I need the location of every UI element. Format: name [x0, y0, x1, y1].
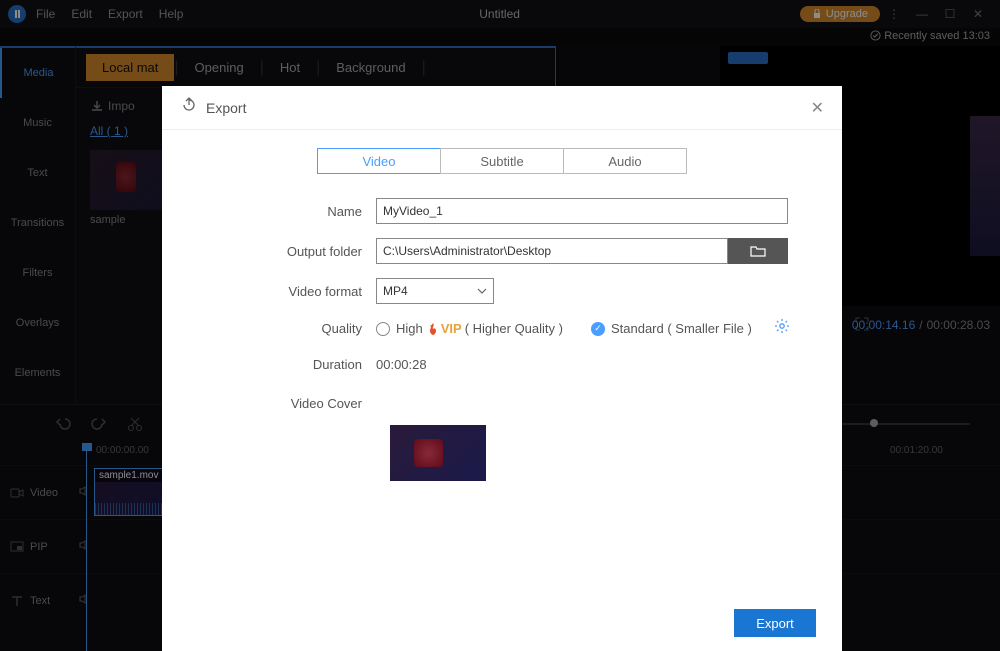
dialog-header: Export ✕ [162, 86, 842, 130]
vip-badge: VIP [426, 321, 462, 336]
name-label: Name [196, 204, 376, 219]
video-cover-thumbnail[interactable] [390, 425, 486, 481]
quality-settings-button[interactable] [774, 318, 790, 339]
flame-icon [426, 322, 440, 336]
export-tabs: Video Subtitle Audio [196, 148, 808, 174]
browse-folder-button[interactable] [728, 238, 788, 264]
export-dialog: Export ✕ Video Subtitle Audio Name Outpu… [162, 86, 842, 651]
radio-checked-icon [591, 322, 605, 336]
tab-subtitle[interactable]: Subtitle [440, 148, 564, 174]
tab-audio[interactable]: Audio [563, 148, 687, 174]
duration-label: Duration [196, 357, 376, 372]
duration-value: 00:00:28 [376, 357, 427, 372]
format-label: Video format [196, 284, 376, 299]
folder-icon [750, 244, 766, 258]
quality-standard-option[interactable]: Standard ( Smaller File ) [591, 321, 752, 336]
dialog-title: Export [206, 100, 811, 116]
video-format-select[interactable]: MP4 [376, 278, 494, 304]
export-icon [180, 96, 198, 119]
quality-high-option[interactable]: High VIP ( Higher Quality ) [376, 321, 563, 336]
name-input[interactable] [376, 198, 788, 224]
folder-label: Output folder [196, 244, 376, 259]
quality-label: Quality [196, 321, 376, 336]
output-folder-input[interactable] [376, 238, 728, 264]
cover-label: Video Cover [196, 396, 376, 411]
tab-video[interactable]: Video [317, 148, 441, 174]
radio-unchecked-icon [376, 322, 390, 336]
chevron-down-icon [477, 286, 487, 296]
format-value: MP4 [383, 284, 408, 298]
export-button[interactable]: Export [734, 609, 816, 637]
close-icon[interactable]: ✕ [811, 98, 824, 118]
gear-icon [774, 318, 790, 334]
